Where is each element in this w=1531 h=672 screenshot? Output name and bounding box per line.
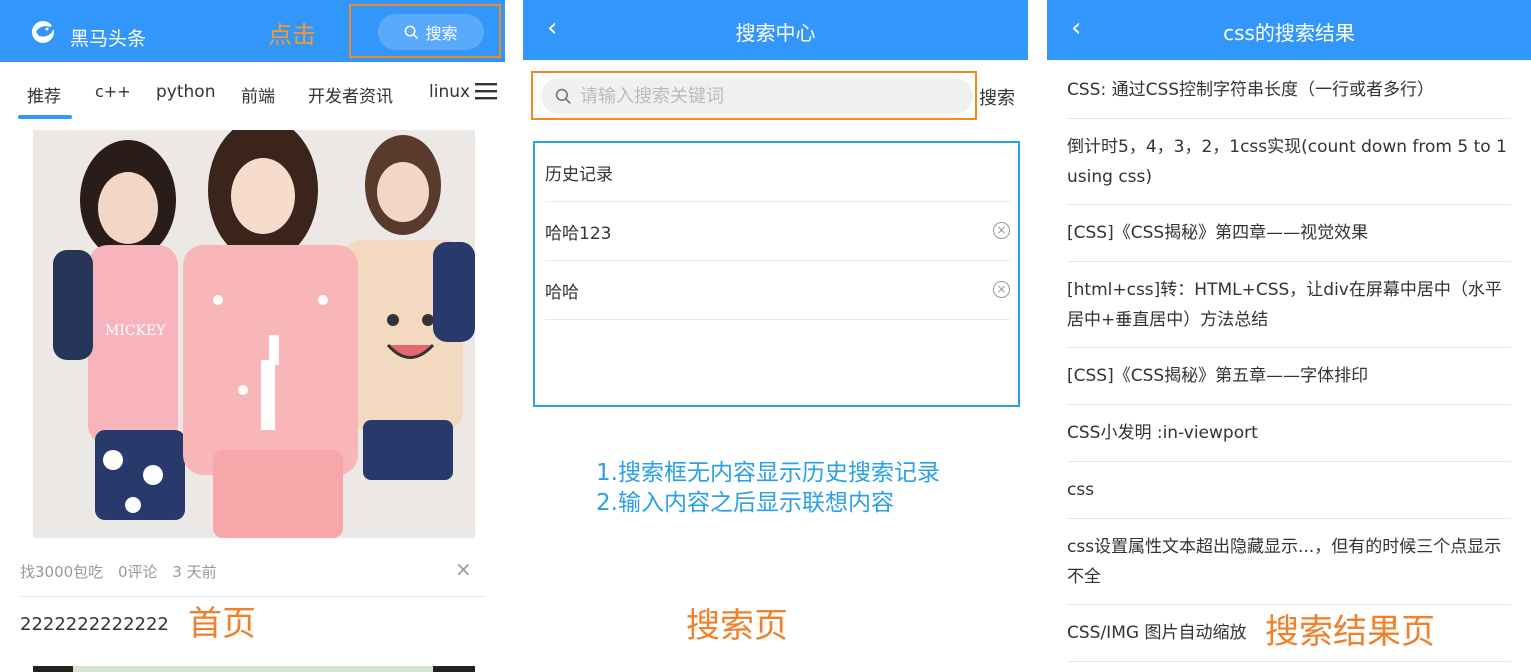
svg-text:MICKEY: MICKEY <box>105 323 166 339</box>
result-item[interactable]: css <box>1067 462 1511 519</box>
result-item[interactable]: 倒计时5，4，3，2，1css实现(count down from 5 to 1… <box>1067 119 1511 205</box>
history-item[interactable]: 哈哈 × <box>545 261 1010 320</box>
history-highlight-box: 历史记录 哈哈123 × 哈哈 × <box>533 141 1020 407</box>
search-input-wrapper <box>541 78 973 114</box>
tab-recommend[interactable]: 推荐 <box>27 82 61 107</box>
search-icon <box>555 88 571 104</box>
feature-note-1: 1.搜索框无内容显示历史搜索记录 <box>596 460 940 486</box>
feature-notes: 1.搜索框无内容显示历史搜索记录 2.输入内容之后显示联想内容 <box>596 458 940 518</box>
page-label-home: 首页 <box>188 604 256 644</box>
result-item[interactable]: CSS: 通过CSS控制字符串长度（一行或者多行） <box>1067 62 1511 119</box>
article-author: 找3000包吃 <box>20 563 104 581</box>
search-header: ‹ 搜索中心 <box>523 0 1028 60</box>
close-icon[interactable]: × <box>455 557 472 581</box>
tab-python[interactable]: python <box>156 82 215 102</box>
results-header: ‹ css的搜索结果 <box>1047 0 1531 60</box>
history-item-label: 哈哈123 <box>545 223 612 244</box>
result-item[interactable]: [CSS]《CSS揭秘》第四章——视觉效果 <box>1067 205 1511 262</box>
tab-cpp[interactable]: c++ <box>95 82 131 101</box>
active-tab-indicator <box>18 115 72 119</box>
click-annotation: 点击 <box>268 21 316 49</box>
tab-linux[interactable]: linux <box>429 82 470 102</box>
results-screen: ‹ css的搜索结果 CSS: 通过CSS控制字符串长度（一行或者多行） 倒计时… <box>1047 0 1531 672</box>
history-item-label: 哈哈 <box>545 282 579 303</box>
result-item[interactable]: CSS小发明 :in-viewport <box>1067 405 1511 462</box>
search-bar: 搜索 <box>523 60 1028 132</box>
delete-circle-icon[interactable]: × <box>993 222 1010 239</box>
result-item[interactable]: [CSS]《CSS揭秘》第五章——字体排印 <box>1067 348 1511 405</box>
tab-dev-news[interactable]: 开发者资讯 <box>308 82 393 107</box>
history-title: 历史记录 <box>545 143 1010 202</box>
home-screen: 黑马头条 点击 搜索 推荐 c++ python 前端 开发者资讯 linux … <box>0 0 505 672</box>
page-label-search: 搜索页 <box>686 606 788 646</box>
header-search-button[interactable]: 搜索 <box>378 14 484 50</box>
page-label-results: 搜索结果页 <box>1265 612 1435 652</box>
article-meta: 找3000包吃 0评论 3 天前 <box>20 561 227 582</box>
article-title[interactable]: 2222222222222 <box>20 614 169 635</box>
search-submit-button[interactable]: 搜索 <box>979 84 1015 110</box>
result-item[interactable]: [html+css]转：HTML+CSS，让div在屏幕中居中（水平居中+垂直居… <box>1067 262 1511 348</box>
article-cover-image[interactable]: MICKEY <box>33 130 475 538</box>
search-button-label: 搜索 <box>425 24 458 43</box>
next-article-image <box>33 666 475 672</box>
horse-logo-icon <box>32 21 57 43</box>
article-time: 3 天前 <box>172 563 217 581</box>
search-input[interactable] <box>580 85 960 107</box>
search-screen: ‹ 搜索中心 搜索 历史记录 哈哈123 × 哈哈 × 1.搜索框无内容显示历史… <box>523 0 1028 672</box>
delete-circle-icon[interactable]: × <box>993 281 1010 298</box>
history-item[interactable]: 哈哈123 × <box>545 202 1010 261</box>
channel-tabs: 推荐 c++ python 前端 开发者资讯 linux <box>0 62 505 122</box>
result-item[interactable]: css设置属性文本超出隐藏显示...，但有的时候三个点显示不全 <box>1067 519 1511 605</box>
search-icon <box>405 25 419 39</box>
menu-icon[interactable] <box>475 82 497 100</box>
page-title: 搜索中心 <box>735 21 816 45</box>
brand-name: 黑马头条 <box>70 28 147 50</box>
page-title: css的搜索结果 <box>1223 21 1355 45</box>
feature-note-2: 2.输入内容之后显示联想内容 <box>596 490 894 516</box>
article-comments: 0评论 <box>117 563 158 581</box>
tab-frontend[interactable]: 前端 <box>241 82 275 107</box>
